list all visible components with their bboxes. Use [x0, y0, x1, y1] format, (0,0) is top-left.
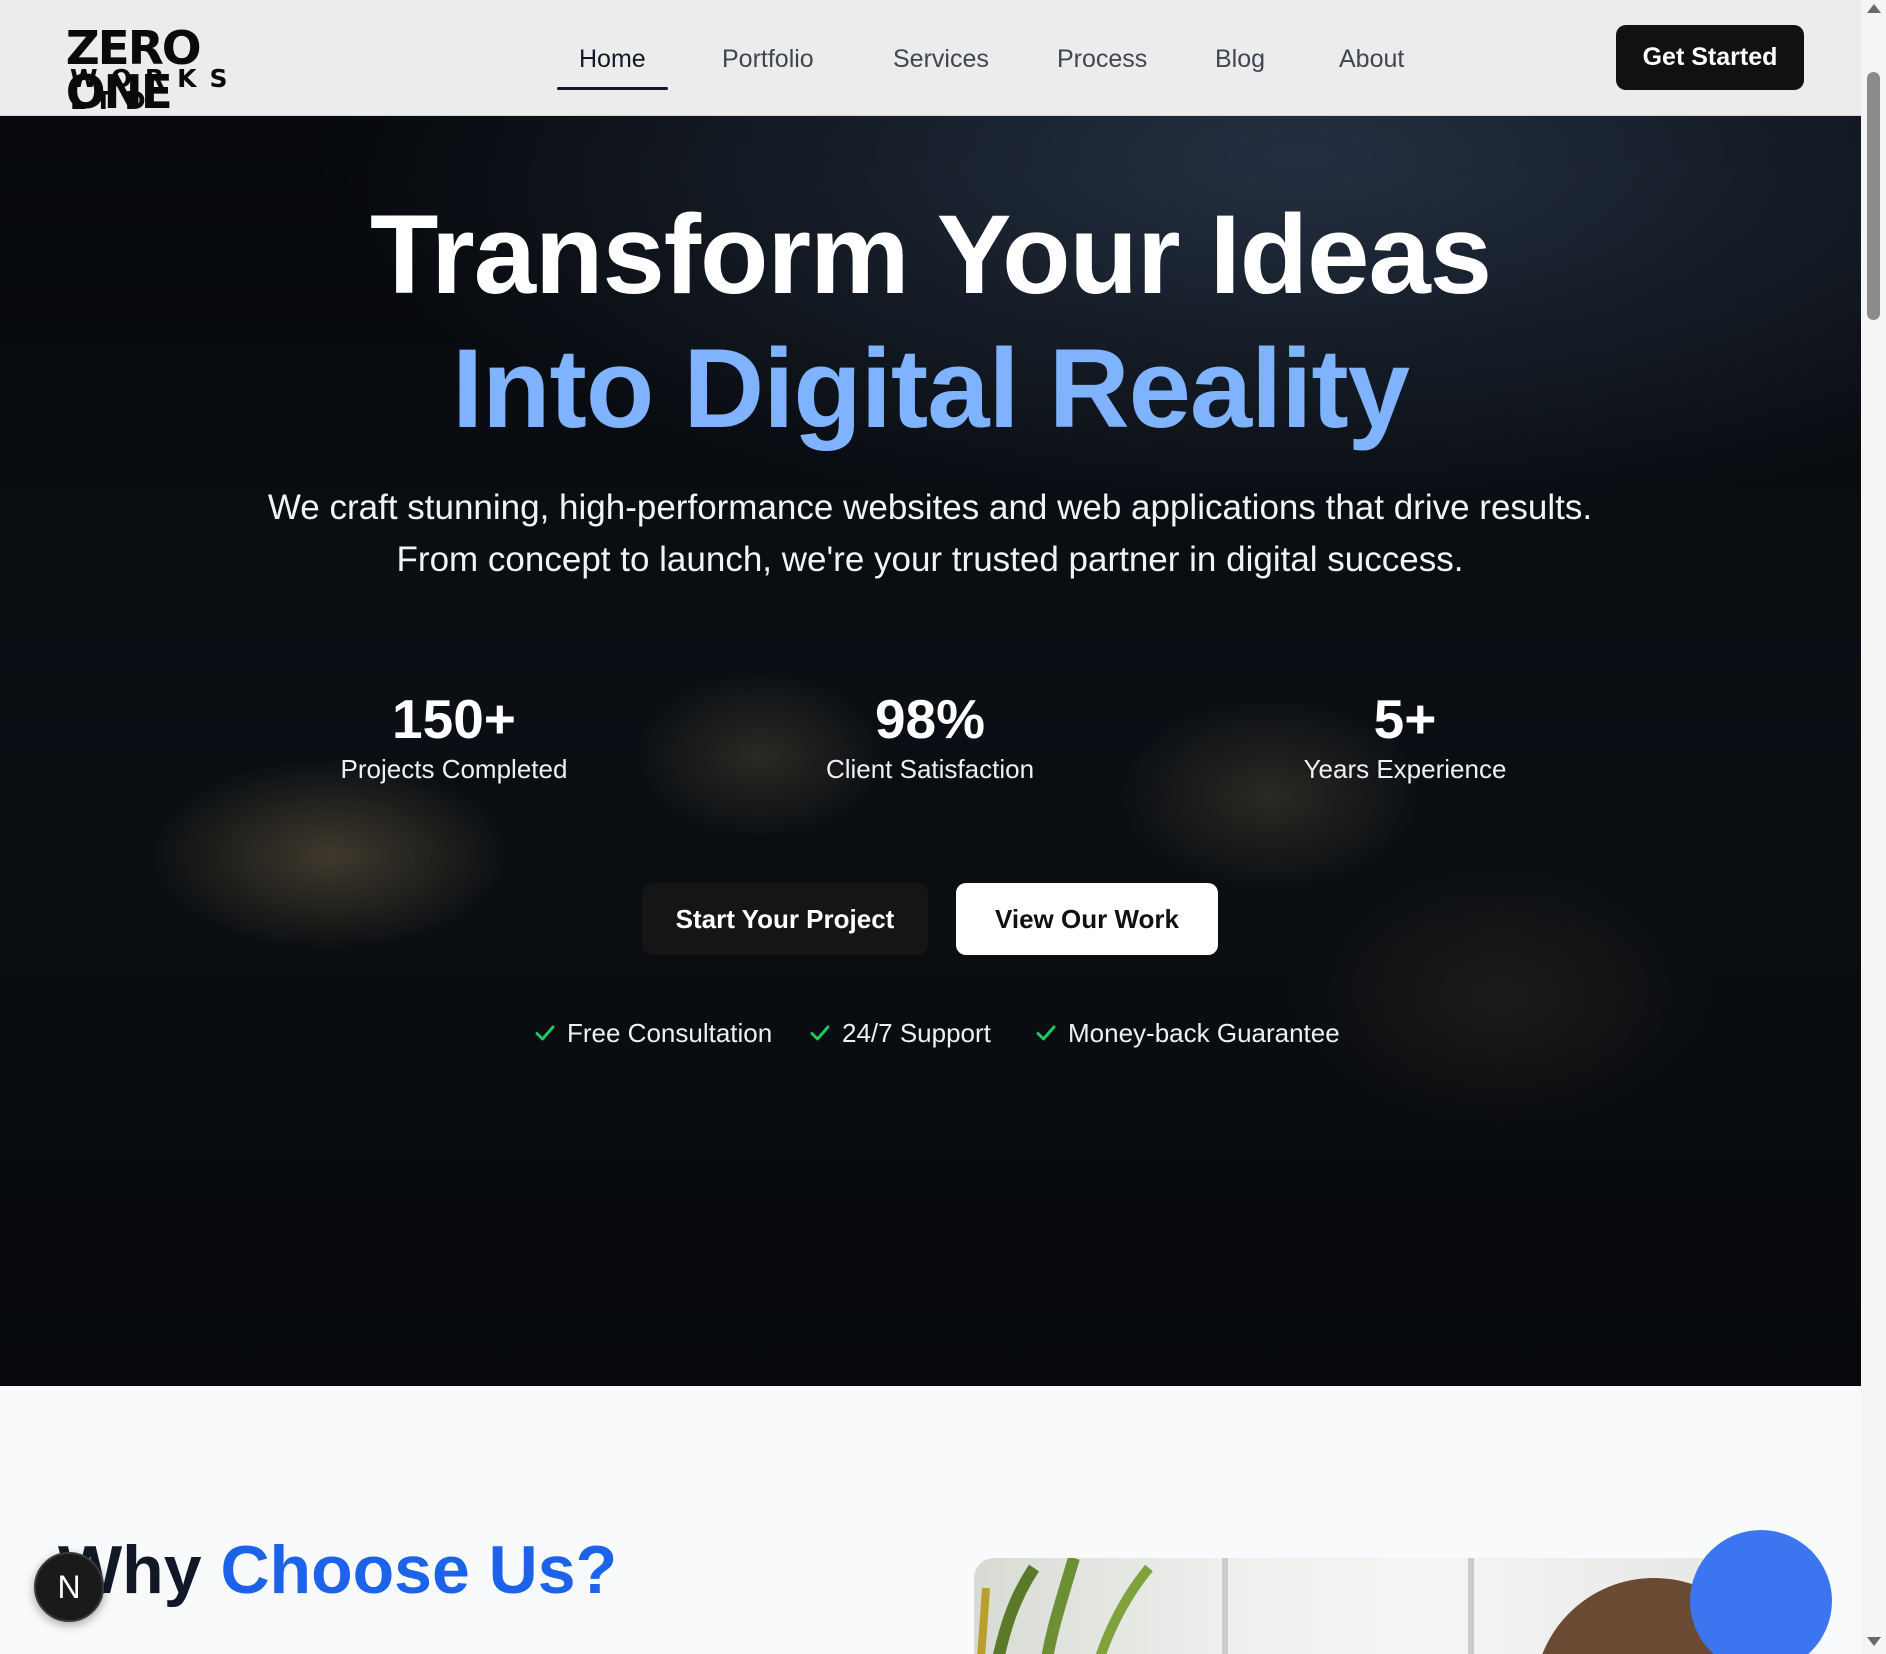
plant-image: [977, 1558, 1153, 1654]
page: ZERO ONE WORKS LTD Home Portfolio Servic…: [0, 0, 1861, 1654]
window-frame: [1468, 1558, 1474, 1654]
perk-label: 24/7 Support: [842, 1018, 991, 1048]
window-frame: [1222, 1558, 1228, 1654]
perk-support: 24/7 Support: [808, 1015, 991, 1051]
check-icon: [1036, 1025, 1056, 1041]
stat-label: Projects Completed: [340, 754, 568, 784]
why-choose-us-heading: Why Choose Us?: [58, 1530, 617, 1610]
view-work-button[interactable]: View Our Work: [956, 883, 1218, 955]
nav-item-about[interactable]: About: [1339, 30, 1404, 90]
perk-free-consultation: Free Consultation: [533, 1015, 772, 1051]
check-icon: [535, 1025, 555, 1041]
perk-label: Money-back Guarantee: [1068, 1018, 1340, 1048]
nav-item-services[interactable]: Services: [893, 30, 989, 90]
stat-label: Client Satisfaction: [825, 754, 1035, 784]
nav-item-portfolio[interactable]: Portfolio: [722, 30, 814, 90]
stat-value: 98%: [874, 688, 986, 750]
decorative-circle: [1690, 1530, 1832, 1654]
hero-title-line-2: Into Digital Reality: [452, 326, 1410, 451]
scrollbar[interactable]: [1861, 0, 1886, 1654]
logo[interactable]: ZERO ONE WORKS LTD: [66, 25, 298, 115]
perk-label: Free Consultation: [567, 1018, 773, 1048]
chevron-up-icon[interactable]: [1867, 4, 1881, 13]
nav-item-process[interactable]: Process: [1057, 30, 1147, 90]
why-title-accent: Choose Us?: [220, 1532, 618, 1608]
hero-subtitle-line-2: From concept to launch, we're your trust…: [396, 540, 1464, 579]
team-photo: [974, 1558, 1804, 1654]
stat-projects: 150+ Projects Completed: [274, 686, 634, 786]
stat-satisfaction: 98% Client Satisfaction: [750, 686, 1110, 786]
stat-value: 5+: [1373, 688, 1437, 750]
site-header: ZERO ONE WORKS LTD Home Portfolio Servic…: [0, 0, 1861, 116]
stat-label: Years Experience: [1303, 754, 1507, 784]
check-icon: [810, 1025, 830, 1041]
start-project-button[interactable]: Start Your Project: [642, 883, 928, 955]
stat-experience: 5+ Years Experience: [1225, 686, 1585, 786]
perk-money-back: Money-back Guarantee: [1034, 1015, 1340, 1051]
logo-line-2: WORKS LTD: [70, 64, 241, 115]
nav-item-home[interactable]: Home: [557, 30, 668, 90]
scroll-thumb[interactable]: [1867, 72, 1880, 320]
hero-subtitle: We craft stunning, high-performance webs…: [180, 482, 1680, 586]
stat-value: 150+: [392, 688, 516, 750]
hero-title-line-1: Transform Your Ideas: [369, 192, 1492, 317]
get-started-button[interactable]: Get Started: [1616, 25, 1804, 90]
hero-section: Transform Your Ideas Into Digital Realit…: [0, 116, 1861, 1386]
chevron-down-icon[interactable]: [1867, 1637, 1881, 1646]
dev-tools-badge[interactable]: N: [34, 1552, 104, 1622]
nav-item-blog[interactable]: Blog: [1215, 30, 1265, 90]
hero-subtitle-line-1: We craft stunning, high-performance webs…: [267, 488, 1593, 527]
